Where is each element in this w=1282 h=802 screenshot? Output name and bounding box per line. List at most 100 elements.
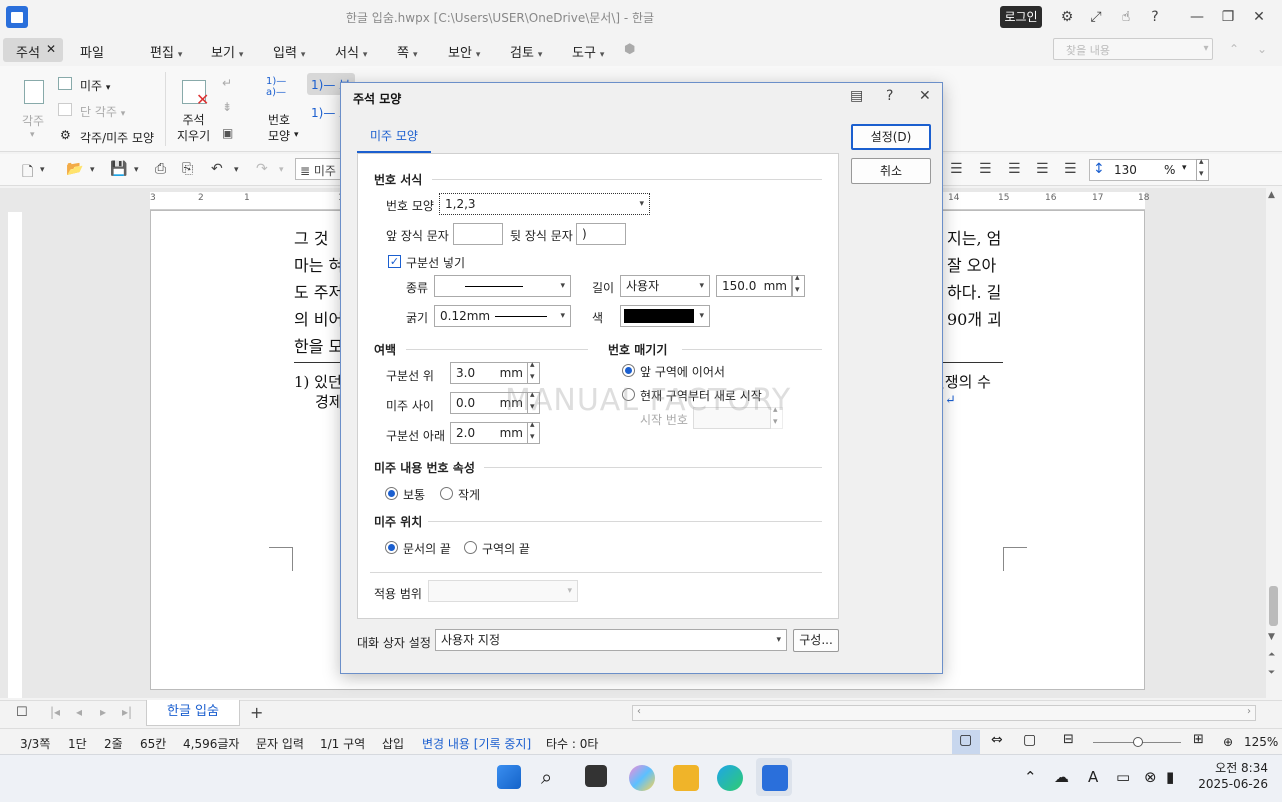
menu-tools[interactable]: 도구 ▾ bbox=[572, 42, 604, 61]
search-icon[interactable]: ⌕ bbox=[541, 765, 552, 789]
find-prev-icon[interactable]: ⌃ bbox=[1225, 40, 1243, 58]
zoom-slider-thumb[interactable] bbox=[1133, 737, 1143, 747]
redo-icon[interactable]: ↷ bbox=[256, 161, 268, 177]
expand-icon[interactable]: ⤢ bbox=[1087, 8, 1105, 26]
save-icon[interactable]: 💾 bbox=[110, 161, 127, 177]
tab-endnote-shape[interactable]: 미주 모양 bbox=[357, 121, 431, 153]
device-icon[interactable]: ▭ bbox=[1116, 768, 1130, 786]
note-next-icon[interactable]: ⇟ bbox=[222, 100, 232, 114]
note-prev-icon[interactable]: ↵ bbox=[222, 76, 232, 90]
menu-edit[interactable]: 편집 ▾ bbox=[150, 42, 182, 61]
scroll-left-icon[interactable]: ‹ bbox=[637, 706, 641, 717]
new-dropdown-icon[interactable]: ▾ bbox=[40, 165, 45, 175]
number-shape-button[interactable]: 번호 모양 bbox=[268, 112, 290, 144]
configure-button[interactable]: 구성... bbox=[793, 629, 839, 652]
undo-dropdown-icon[interactable]: ▾ bbox=[234, 165, 239, 175]
line-type-select[interactable]: ▾ bbox=[434, 275, 571, 297]
number-shape-select[interactable]: 1,2,3 ▾ bbox=[439, 193, 650, 215]
menu-view[interactable]: 보기 ▾ bbox=[211, 42, 243, 61]
status-track-changes[interactable]: 변경 내용 [기록 중지] bbox=[422, 735, 531, 752]
note-save-icon[interactable]: ▣ bbox=[222, 126, 233, 140]
tab-list-icon[interactable]: ☐ bbox=[16, 705, 28, 720]
number-shape-dropdown-icon[interactable]: ▾ bbox=[294, 130, 299, 140]
line-spacing-select[interactable]: ↕ 130 % ▾ bbox=[1089, 159, 1209, 181]
below-divider-input[interactable]: 2.0 mm bbox=[450, 422, 528, 444]
open-dropdown-icon[interactable]: ▾ bbox=[90, 165, 95, 175]
zoom-in-icon[interactable]: ⊞ bbox=[1193, 732, 1204, 747]
set-button[interactable]: 설정(D) bbox=[851, 124, 931, 150]
find-dropdown-icon[interactable]: ▾ bbox=[1197, 40, 1215, 58]
dialog-comment-icon[interactable]: ▤ bbox=[850, 88, 863, 104]
hand-pointer-icon[interactable]: ☝ bbox=[1117, 8, 1135, 26]
status-page[interactable]: 3/3쪽 bbox=[20, 735, 50, 752]
battery-icon[interactable]: ▮ bbox=[1166, 768, 1174, 786]
add-tab-button[interactable]: + bbox=[250, 703, 263, 722]
print-preview-icon[interactable]: ⎘ bbox=[182, 161, 193, 177]
length-stepper[interactable] bbox=[792, 273, 805, 297]
task-view-icon[interactable] bbox=[585, 765, 607, 787]
menu-insert[interactable]: 입력 ▾ bbox=[273, 42, 305, 61]
menu-security[interactable]: 보안 ▾ bbox=[448, 42, 480, 61]
small-radio[interactable] bbox=[440, 487, 453, 500]
menu-format[interactable]: 서식 ▾ bbox=[335, 42, 367, 61]
scroll-up-icon[interactable]: ▲ bbox=[1268, 190, 1275, 200]
length-mode-select[interactable]: 사용자 ▾ bbox=[620, 275, 710, 297]
above-divider-stepper[interactable] bbox=[527, 360, 540, 384]
end-of-section-radio[interactable] bbox=[464, 541, 477, 554]
section-footnote-button[interactable]: 단 각주 ▾ bbox=[80, 103, 125, 120]
system-clock[interactable]: 오전 8:34 2025-06-26 bbox=[1198, 760, 1268, 792]
copilot-icon[interactable] bbox=[629, 765, 655, 791]
redo-dropdown-icon[interactable]: ▾ bbox=[279, 165, 284, 175]
login-button[interactable]: 로그인 bbox=[1000, 6, 1042, 28]
open-folder-icon[interactable]: 📂 bbox=[66, 161, 83, 177]
status-insert-mode[interactable]: 삽입 bbox=[382, 735, 404, 752]
onedrive-offline-icon[interactable]: ☁ bbox=[1054, 768, 1069, 786]
new-document-icon[interactable]: 🗋 bbox=[22, 161, 33, 185]
below-divider-stepper[interactable] bbox=[527, 420, 540, 444]
find-input[interactable]: 찾을 내용 bbox=[1053, 38, 1213, 60]
find-next-icon[interactable]: ⌄ bbox=[1253, 40, 1271, 58]
help-icon[interactable]: ? bbox=[1146, 8, 1164, 26]
continue-radio[interactable] bbox=[622, 364, 635, 377]
last-tab-icon[interactable]: ▸| bbox=[122, 705, 132, 719]
scroll-down-icon[interactable]: ▼ bbox=[1268, 632, 1275, 642]
footnote-button[interactable]: 각주 bbox=[22, 112, 44, 129]
thickness-select[interactable]: 0.12mm ▾ bbox=[434, 305, 571, 327]
cancel-button[interactable]: 취소 bbox=[851, 158, 931, 184]
prev-page-icon[interactable]: ⏶ bbox=[1268, 650, 1275, 660]
vertical-ruler[interactable] bbox=[8, 212, 22, 698]
next-page-icon[interactable]: ⏷ bbox=[1268, 668, 1275, 678]
zoom-magnifier-icon[interactable]: ⊕ bbox=[1223, 735, 1233, 749]
menu-annotation[interactable]: 주석 bbox=[16, 42, 40, 61]
line-spacing-stepper[interactable] bbox=[1196, 157, 1209, 181]
endnote-button[interactable]: 미주 ▾ bbox=[80, 77, 110, 94]
close-annotation-tab-icon[interactable]: ✕ bbox=[46, 42, 56, 56]
footnote-dropdown-icon[interactable]: ▾ bbox=[30, 130, 35, 140]
align-center-icon[interactable]: ☰ bbox=[979, 161, 992, 177]
above-divider-input[interactable]: 3.0 mm bbox=[450, 362, 528, 384]
delete-notes-button[interactable]: 주석 지우기 bbox=[177, 112, 210, 144]
menu-review[interactable]: 검토 ▾ bbox=[510, 42, 542, 61]
fit-page-icon[interactable]: ▢ bbox=[1023, 732, 1036, 748]
dialog-close-icon[interactable]: ✕ bbox=[919, 88, 931, 104]
tray-overflow-icon[interactable]: ⌃ bbox=[1024, 768, 1037, 786]
restore-icon[interactable]: ❐ bbox=[1219, 8, 1237, 26]
ime-language-icon[interactable]: A bbox=[1088, 768, 1098, 786]
align-left-icon[interactable]: ☰ bbox=[950, 161, 963, 177]
normal-radio[interactable] bbox=[385, 487, 398, 500]
next-tab-icon[interactable]: ▸ bbox=[100, 705, 106, 719]
prefix-input[interactable] bbox=[453, 223, 503, 245]
fit-width-icon[interactable]: ⇔ bbox=[991, 732, 1003, 748]
suffix-input[interactable]: ) bbox=[576, 223, 626, 245]
tab-document[interactable]: 한글 입숨 bbox=[146, 700, 240, 726]
edge-browser-icon[interactable] bbox=[717, 765, 743, 791]
file-explorer-icon[interactable] bbox=[673, 765, 699, 791]
hangul-taskbar-icon[interactable] bbox=[762, 765, 788, 791]
close-window-icon[interactable]: ✕ bbox=[1250, 8, 1268, 26]
color-select[interactable]: ▾ bbox=[620, 305, 710, 327]
undo-icon[interactable]: ↶ bbox=[211, 161, 223, 177]
dialog-setting-select[interactable]: 사용자 지정 ▾ bbox=[435, 629, 787, 651]
note-shape-button[interactable]: 각주/미주 모양 bbox=[80, 129, 154, 146]
menu-file[interactable]: 파일 bbox=[80, 42, 104, 61]
print-icon[interactable]: ⎙ bbox=[155, 161, 166, 177]
